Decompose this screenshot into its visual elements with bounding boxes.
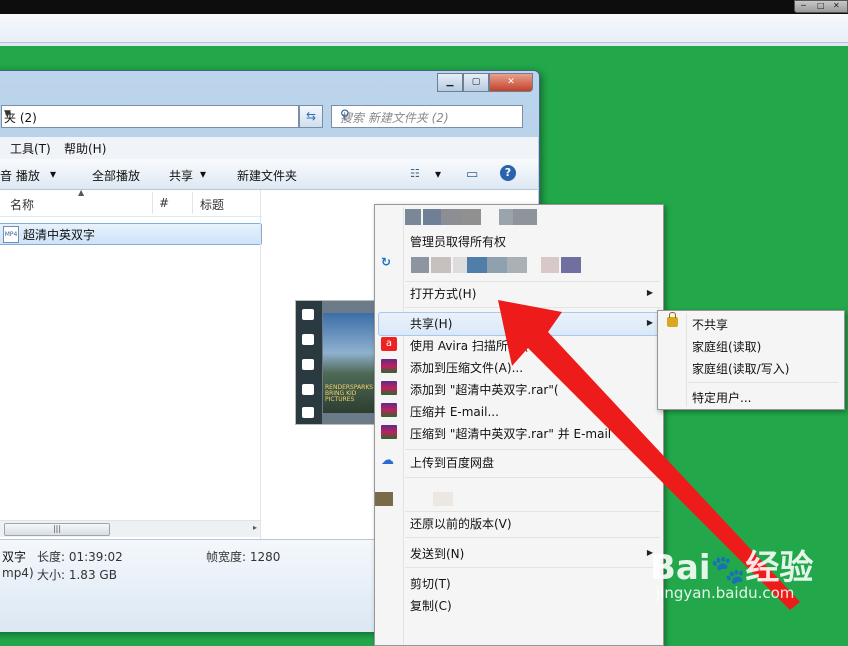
baidu-watermark: Bai🐾经验 jingyan.baidu.com: [650, 540, 840, 610]
paw-icon: 🐾: [710, 553, 746, 586]
watermark-url: jingyan.baidu.com: [656, 584, 795, 602]
annotation-arrow: [498, 300, 800, 610]
watermark-brand: Bai🐾经验: [650, 548, 814, 588]
